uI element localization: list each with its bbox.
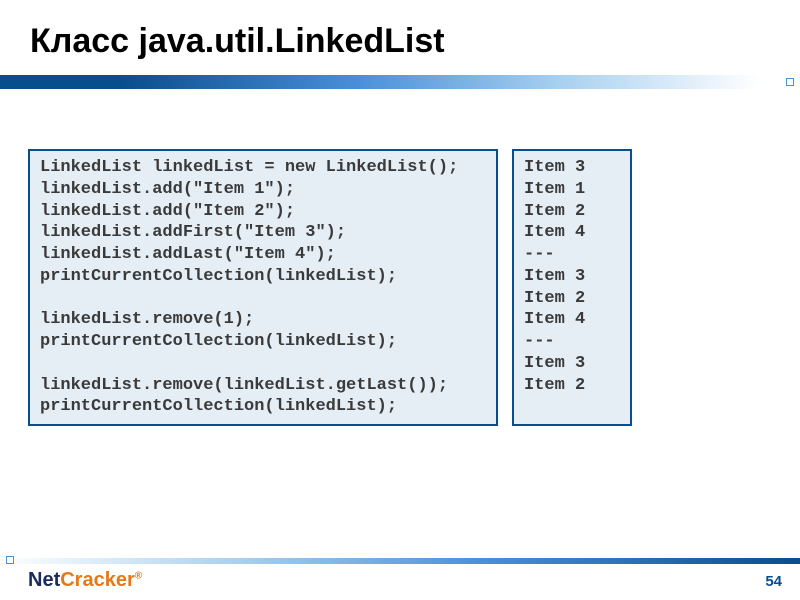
logo-reg: ® — [135, 570, 142, 581]
divider-square-icon — [786, 78, 794, 86]
logo-part2: Cracker — [60, 569, 135, 591]
footer: NetCracker® 54 — [0, 558, 800, 600]
slide-title: Класс java.util.LinkedList — [0, 0, 800, 75]
output-block: Item 3 Item 1 Item 2 Item 4 --- Item 3 I… — [512, 149, 632, 426]
code-block: LinkedList linkedList = new LinkedList()… — [28, 149, 498, 426]
logo-part1: Net — [28, 569, 60, 591]
logo: NetCracker® — [28, 569, 142, 592]
page-number: 54 — [765, 573, 782, 590]
content-area: LinkedList linkedList = new LinkedList()… — [0, 89, 800, 426]
footer-divider — [0, 558, 800, 564]
footer-square-icon — [6, 556, 14, 564]
title-divider — [0, 75, 800, 89]
